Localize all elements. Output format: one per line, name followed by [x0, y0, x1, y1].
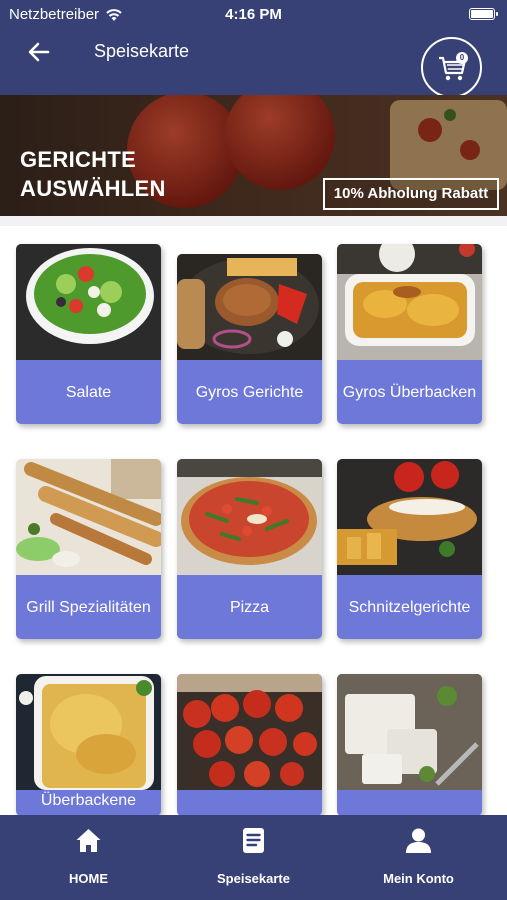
category-tile-gyros-ueberbacken[interactable]: Gyros Überbacken — [337, 244, 482, 424]
category-label — [337, 790, 482, 816]
grill-image — [16, 459, 161, 575]
bottom-tab-bar: HOME Speisekarte Mein Konto — [0, 815, 507, 900]
tab-speisekarte[interactable]: Speisekarte — [169, 815, 338, 900]
gyros-image — [177, 254, 322, 360]
status-bar: Netzbetreiber 4:16 PM — [0, 0, 507, 28]
category-tile-schnitzelgerichte[interactable]: Schnitzelgerichte — [337, 459, 482, 639]
category-tile-ueberbackene[interactable]: Überbackene — [16, 674, 161, 816]
top-bar: Netzbetreiber 4:16 PM Speisekarte 0 — [0, 0, 507, 98]
home-icon — [76, 829, 101, 852]
tomatoes-image — [177, 674, 322, 790]
category-label: Gyros Überbacken — [337, 360, 482, 424]
category-grid: Salate Gyros Gerichte Gyros Überbacken G… — [0, 216, 507, 816]
back-arrow-icon[interactable] — [27, 40, 51, 64]
category-grid-inner: Salate Gyros Gerichte Gyros Überbacken G… — [0, 226, 507, 816]
baked-gyros-image — [337, 244, 482, 360]
tab-mein-konto[interactable]: Mein Konto — [334, 815, 503, 900]
tab-label: Speisekarte — [217, 871, 290, 886]
battery-icon — [469, 8, 498, 20]
tab-label: HOME — [69, 871, 108, 886]
tab-home[interactable]: HOME — [4, 815, 173, 900]
category-tile-feta[interactable] — [337, 674, 482, 816]
tab-label: Mein Konto — [383, 871, 454, 886]
category-tile-pizza[interactable]: Pizza — [177, 459, 322, 639]
category-label: Pizza — [177, 575, 322, 639]
category-tile-grilled-tomatoes[interactable] — [177, 674, 322, 816]
feta-image — [337, 674, 482, 790]
baked-dish-image — [16, 674, 161, 790]
category-tile-grill-spezialitaeten[interactable]: Grill Spezialitäten — [16, 459, 161, 639]
category-label: Gyros Gerichte — [177, 360, 322, 424]
account-icon — [406, 828, 431, 853]
banner-title: GERICHTE AUSWÄHLEN — [20, 147, 166, 201]
page-title: Speisekarte — [94, 41, 190, 61]
menu-screen: Netzbetreiber 4:16 PM Speisekarte 0 GERI… — [0, 0, 507, 900]
menu-document-icon — [243, 828, 264, 853]
category-tile-gyros-gerichte[interactable]: Gyros Gerichte — [177, 254, 322, 424]
category-label: Salate — [16, 360, 161, 424]
status-time: 4:16 PM — [225, 6, 282, 23]
category-label — [177, 790, 322, 816]
pizza-image — [177, 459, 322, 575]
category-label: Schnitzelgerichte — [337, 575, 482, 639]
discount-badge: 10% Abholung Rabatt — [323, 178, 499, 210]
cart-count-badge: 0 — [456, 52, 468, 64]
category-tile-salate[interactable]: Salate — [16, 244, 161, 424]
schnitzel-image — [337, 459, 482, 575]
cart-button[interactable]: 0 — [421, 37, 482, 98]
salad-image — [16, 244, 161, 360]
category-label: Überbackene — [16, 790, 161, 816]
hero-banner: GERICHTE AUSWÄHLEN 10% Abholung Rabatt — [0, 95, 507, 216]
category-label: Grill Spezialitäten — [16, 575, 161, 639]
